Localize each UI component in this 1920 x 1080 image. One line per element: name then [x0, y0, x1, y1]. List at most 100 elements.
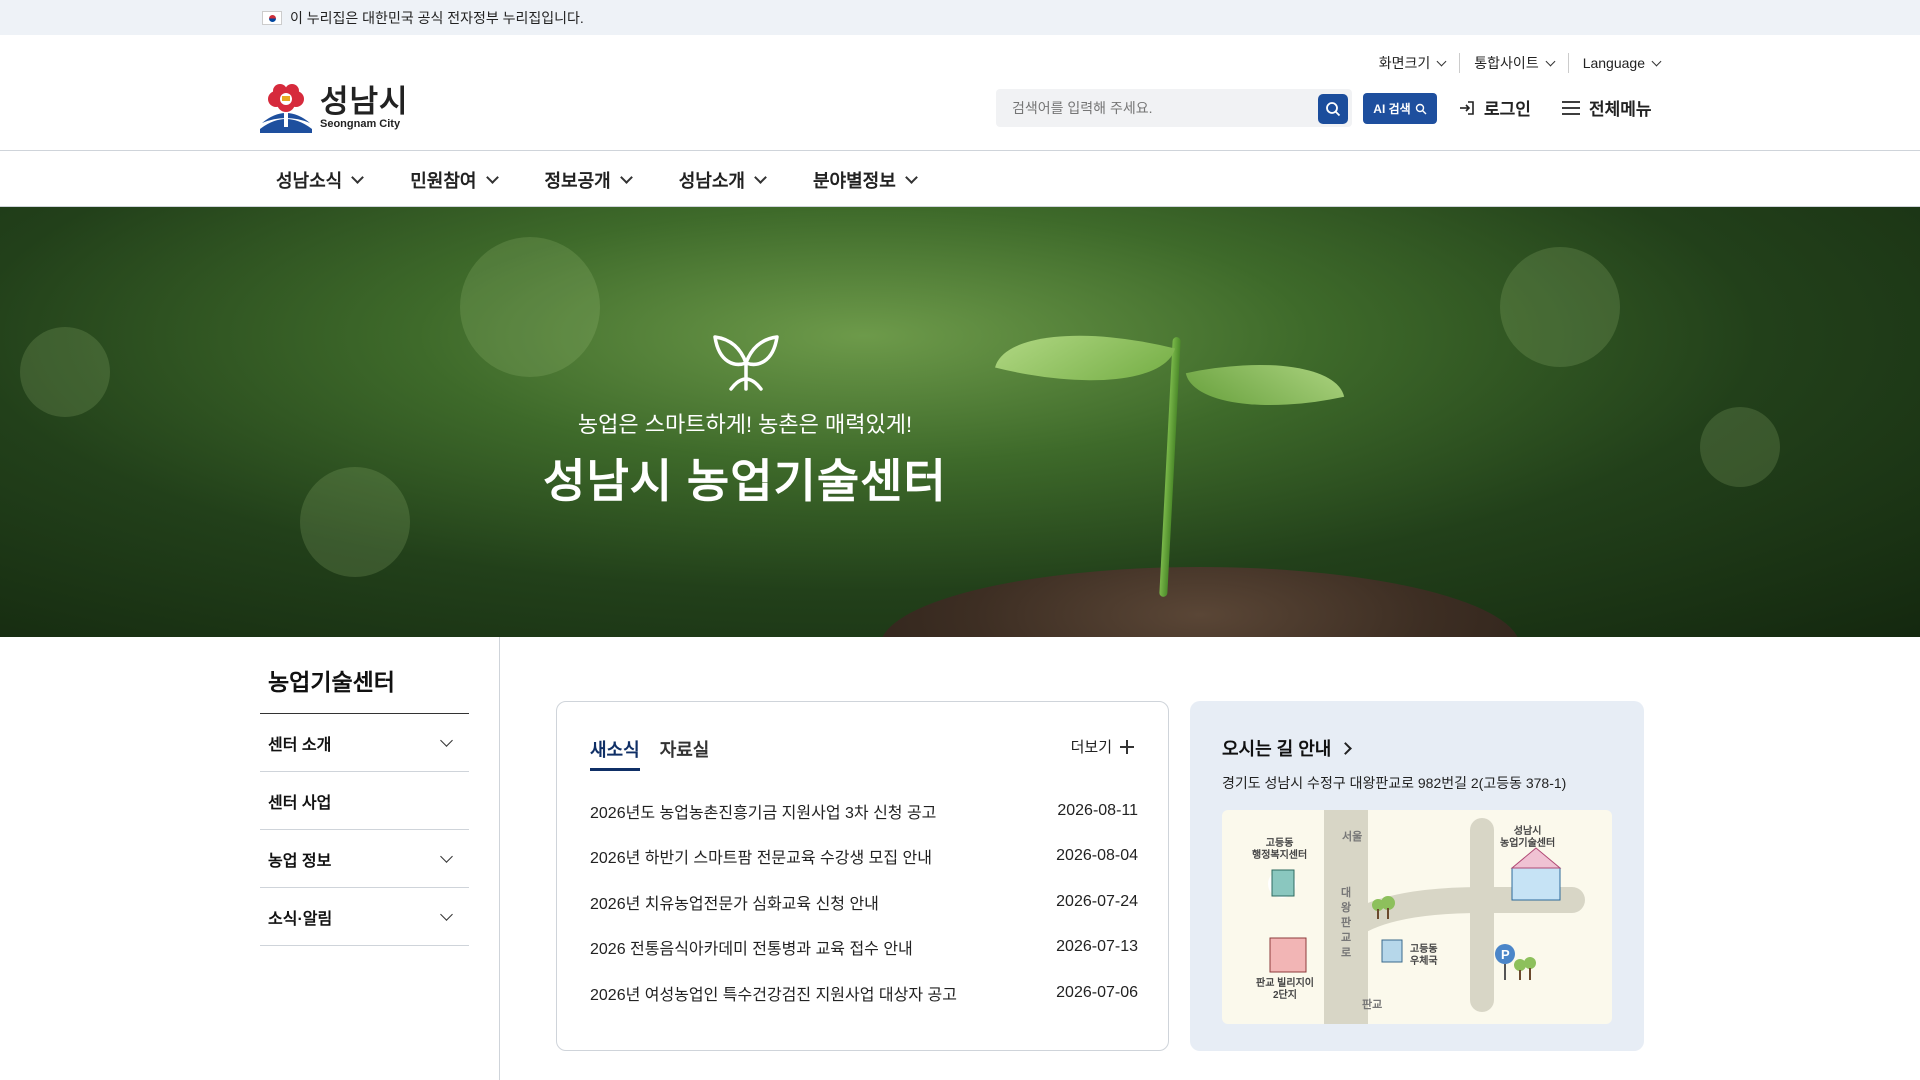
gnb-item-fields[interactable]: 분야별정보 [813, 167, 918, 193]
gov-banner-text: 이 누리집은 대한민국 공식 전자정부 누리집입니다. [290, 9, 584, 26]
news-item[interactable]: 2026 전통음식아카데미 전통병과 교육 접수 안내 2026-07-13 [590, 925, 1138, 971]
map-label-pangyo: 판교 [1362, 999, 1383, 1011]
chevron-down-icon [351, 171, 365, 184]
seongnam-emblem-icon [258, 83, 314, 133]
news-tabs: 새소식 자료실 [590, 736, 709, 771]
svg-text:P: P [1501, 947, 1510, 962]
korea-flag-icon [262, 10, 282, 25]
chevron-down-icon [1545, 56, 1556, 66]
news-title: 2026년 여성농업인 특수건강검진 지원사업 대상자 공고 [590, 986, 957, 1004]
chevron-down-icon [440, 734, 453, 747]
login-icon [1460, 100, 1474, 115]
news-item[interactable]: 2026년 여성농업인 특수건강검진 지원사업 대상자 공고 2026-07-06 [590, 970, 1138, 1016]
news-title: 2026년 치유농업전문가 심화교육 신청 안내 [590, 895, 879, 913]
news-item[interactable]: 2026년 치유농업전문가 심화교육 신청 안내 2026-07-24 [590, 879, 1138, 925]
gnb-item-civil[interactable]: 민원참여 [410, 167, 499, 193]
news-title: 2026년도 농업농촌진흥기금 지원사업 3차 신청 공고 [590, 804, 937, 822]
search-button[interactable] [1318, 94, 1348, 124]
chevron-down-icon [485, 171, 499, 184]
news-item[interactable]: 2026년도 농업농촌진흥기금 지원사업 3차 신청 공고 2026-08-11 [590, 788, 1138, 834]
sidebar-item-intro[interactable]: 센터 소개 [260, 714, 469, 772]
gnb-item-news[interactable]: 성남소식 [276, 167, 365, 193]
sidebar-item-projects[interactable]: 센터 사업 [260, 772, 469, 830]
language-label: Language [1582, 55, 1645, 71]
site-header: 성남시 Seongnam City 화면크기 통합사이트 Language 검색… [0, 35, 1920, 151]
login-button[interactable]: 로그인 [1458, 95, 1531, 120]
ai-search-button[interactable]: AI 검색 [1363, 93, 1437, 124]
map-label-seoul: 서울 [1342, 831, 1363, 843]
hero-title: 성남시 농업기술센터 [543, 455, 947, 507]
bokeh-light [1500, 247, 1620, 367]
map-label-center: 성남시 농업기술센터 [1500, 826, 1556, 849]
search-input[interactable] [1012, 100, 1312, 116]
tab-archive[interactable]: 자료실 [660, 736, 710, 771]
news-date: 2026-07-06 [1056, 983, 1138, 1001]
news-date: 2026-07-13 [1056, 938, 1138, 956]
directions-title: 오시는 길 안내 [1222, 739, 1332, 759]
integrated-site-label: 통합사이트 [1474, 55, 1539, 71]
font-size-dropdown[interactable]: 화면크기 [1365, 53, 1461, 73]
plus-icon [1120, 739, 1134, 754]
language-dropdown[interactable]: Language [1569, 55, 1662, 71]
news-date: 2026-08-04 [1056, 847, 1138, 865]
location-map[interactable]: P 고등동 행정복지센터 성남시 농업기술센터 판교 빌리지이 2단지 고등동 … [1222, 810, 1612, 1024]
news-item[interactable]: 2026년 하반기 스마트팜 전문교육 수강생 모집 안내 2026-08-04 [590, 834, 1138, 880]
sidebar-title: 농업기술센터 [268, 669, 395, 695]
map-label-post: 고등동 우체국 [1410, 944, 1438, 967]
sprout-icon [713, 335, 779, 391]
news-title: 2026 전통음식아카데미 전통병과 교육 접수 안내 [590, 941, 913, 959]
sidebar-item-label: 센터 사업 [268, 794, 332, 812]
bokeh-light [460, 237, 600, 377]
gnb-label: 성남소식 [276, 170, 343, 191]
news-board: 새소식 자료실 더보기 2026년도 농업농촌진흥기금 지원사업 3차 신청 공… [556, 701, 1169, 1051]
news-date: 2026-08-11 [1057, 801, 1138, 819]
news-list: 2026년도 농업농촌진흥기금 지원사업 3차 신청 공고 2026-08-11 … [590, 788, 1138, 1016]
login-label: 로그인 [1484, 100, 1531, 119]
bokeh-light [20, 327, 110, 417]
all-menu-button[interactable]: 전체메뉴 [1562, 95, 1652, 120]
soil-image [880, 567, 1520, 637]
chevron-down-icon [904, 171, 918, 184]
search-icon [1326, 102, 1341, 117]
hamburger-icon [1562, 100, 1580, 115]
news-title: 2026년 하반기 스마트팜 전문교육 수강생 모집 안내 [590, 850, 932, 868]
all-menu-label: 전체메뉴 [1589, 100, 1652, 119]
map-label-road: 대 왕 판 교 로 [1341, 887, 1352, 959]
chevron-down-icon [1651, 56, 1662, 66]
gnb-label: 정보공개 [544, 170, 611, 191]
directions-card: 오시는 길 안내 경기도 성남시 수정구 대왕판교로 982번길 2(고등동 3… [1190, 701, 1644, 1051]
chevron-down-icon [754, 171, 767, 184]
utility-menu: 화면크기 통합사이트 Language [1365, 53, 1662, 73]
gnb-label: 민원참여 [410, 170, 477, 191]
chevron-down-icon [619, 171, 633, 184]
hero-banner: 농업은 스마트하게! 농촌은 매력있게! 성남시 농업기술센터 [0, 207, 1920, 637]
site-logo[interactable]: 성남시 Seongnam City [258, 83, 409, 133]
tab-news[interactable]: 새소식 [590, 736, 640, 771]
hero-subtitle: 농업은 스마트하게! 농촌은 매력있게! [577, 412, 913, 437]
sidebar-item-label: 농업 정보 [268, 852, 332, 870]
gnb-item-about[interactable]: 성남소개 [679, 167, 767, 193]
sidebar-item-notices[interactable]: 소식·알림 [260, 888, 469, 946]
sidebar-divider [499, 637, 500, 1080]
gov-banner: 이 누리집은 대한민국 공식 전자정부 누리집입니다. [0, 0, 1920, 35]
bokeh-light [1700, 407, 1780, 487]
map-label-office: 고등동 행정복지센터 [1252, 838, 1308, 861]
font-size-label: 화면크기 [1378, 55, 1431, 71]
chevron-right-icon [1339, 741, 1353, 755]
gnb-label: 분야별정보 [813, 170, 896, 191]
sidebar: 농업기술센터 센터 소개 센터 사업 농업 정보 소식·알림 [260, 637, 500, 1080]
sidebar-item-farm-info[interactable]: 농업 정보 [260, 830, 469, 888]
more-button[interactable]: 더보기 [1071, 736, 1134, 757]
main-navigation: 성남소식 민원참여 정보공개 성남소개 분야별정보 [0, 152, 1920, 207]
chevron-down-icon [1436, 56, 1447, 66]
ai-search-label: AI 검색 [1373, 102, 1411, 116]
directions-link[interactable]: 오시는 길 안내 [1222, 735, 1353, 761]
sidebar-item-label: 센터 소개 [268, 736, 332, 754]
more-label: 더보기 [1070, 739, 1112, 756]
integrated-site-dropdown[interactable]: 통합사이트 [1460, 53, 1569, 73]
chevron-down-icon [440, 850, 453, 863]
ai-search-icon [1415, 103, 1427, 114]
news-date: 2026-07-24 [1056, 892, 1138, 910]
sprout-leaf-image [995, 307, 1175, 409]
gnb-item-info[interactable]: 정보공개 [544, 167, 633, 193]
